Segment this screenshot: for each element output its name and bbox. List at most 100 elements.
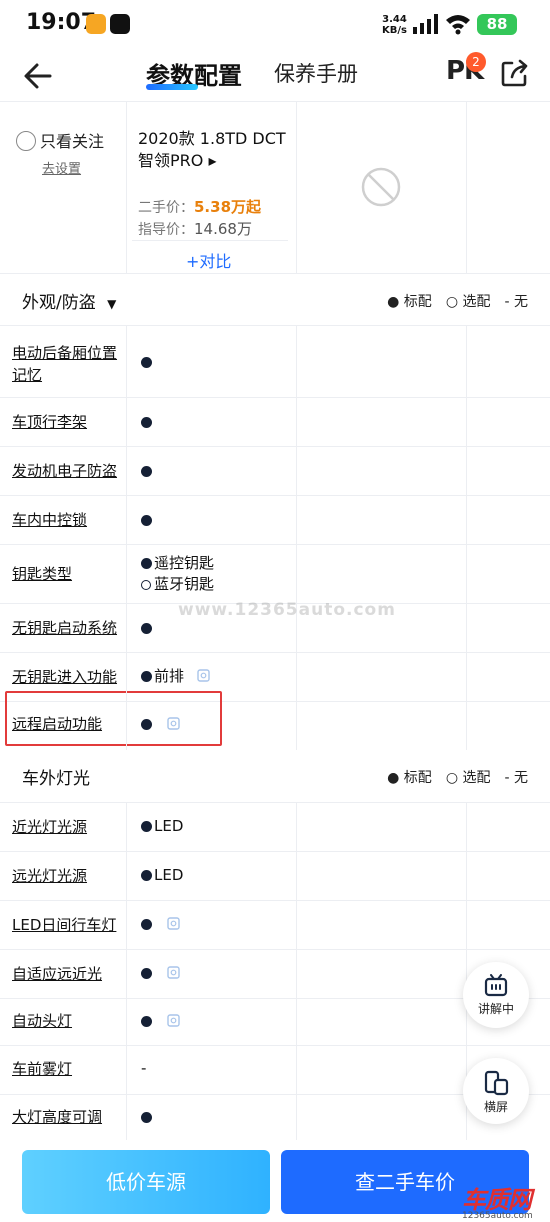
row-value-text: LED [154,817,184,835]
back-arrow-icon[interactable] [20,56,60,96]
section-title: 外观/防盗 ▼ [22,288,116,313]
status-bar: 19:07 3.44 KB/s 88 [0,0,550,48]
follow-only-toggle[interactable]: 只看关注 [16,128,104,152]
rotate-screen-icon [484,1070,509,1096]
row-value-text: LED [154,866,184,884]
standard-dot-icon [141,417,152,428]
divider [296,326,297,750]
row-value: - [141,1059,147,1077]
logo-text: 车质网 [462,1186,532,1214]
standard-dot-icon [141,1112,152,1123]
table-row: 车内中控锁 [0,496,550,544]
row-label[interactable]: 钥匙类型 [12,563,127,585]
row-value [141,412,154,433]
legend-standard: ● 标配 [387,770,432,786]
row-label[interactable]: 车顶行李架 [12,411,127,433]
divider [126,326,127,750]
highlight-box [5,691,222,746]
follow-settings-link[interactable]: 去设置 [42,158,81,177]
row-value [141,963,180,984]
tab-maintenance[interactable]: 保养手册 [274,58,358,88]
section-header-exterior[interactable]: 外观/防盗 ▼ ● 标配 ○ 选配 - 无 [0,274,550,326]
legend-optional: ○ 选配 [445,294,491,310]
standard-dot-icon [141,466,152,477]
row-value: LED [141,816,183,837]
standard-dot-icon [141,558,152,569]
row-label[interactable]: 无钥匙启动系统 [12,617,127,639]
top-header: 参数配置 保养手册 PK 2 [0,48,550,102]
guide-price-value: 14.68万 [194,220,252,238]
standard-dot-icon [141,870,152,881]
row-label[interactable]: 无钥匙进入功能 [12,666,127,688]
row-value [141,510,154,531]
landscape-button[interactable]: 横屏 [463,1058,529,1124]
row-label[interactable]: 自动头灯 [12,1010,127,1032]
image-note-icon[interactable] [167,1014,180,1027]
divider [296,101,297,273]
watermark: www.12365auto.com [178,600,396,620]
low-price-cars-button[interactable]: 低价车源 [22,1150,270,1214]
battery-indicator: 88 [477,14,517,35]
row-label[interactable]: 自适应远近光 [12,963,127,985]
row-value [141,618,154,639]
standard-dot-icon [141,623,152,634]
legend: ● 标配 ○ 选配 - 无 [373,767,528,787]
section-header-lights[interactable]: 车外灯光 ● 标配 ○ 选配 - 无 [0,750,550,802]
row-label[interactable]: 远光灯光源 [12,865,127,887]
used-price-row: 二手价：5.38万起 [138,196,261,217]
table-row: 车顶行李架 [0,398,550,446]
row-value [141,1011,180,1032]
standard-dot-icon [141,1016,152,1027]
row-value: LED [141,865,183,886]
explain-button[interactable]: 讲解中 [463,962,529,1028]
legend-none: - 无 [504,294,528,310]
share-icon[interactable] [498,56,532,90]
network-speed-value: 3.44 [382,14,407,25]
divider [126,101,127,273]
divider [466,101,467,273]
row-label[interactable]: 车前雾灯 [12,1058,127,1080]
follow-label: 只看关注 [40,132,105,151]
app-notification-icon [86,14,106,34]
row-label[interactable]: LED日间行车灯 [12,914,127,936]
legend: ● 标配 ○ 选配 - 无 [373,291,528,311]
row-label[interactable]: 近光灯光源 [12,816,127,838]
section-title: 车外灯光 [22,769,90,789]
follow-radio[interactable] [16,131,36,151]
explain-label: 讲解中 [477,1002,514,1016]
image-note-icon[interactable] [167,966,180,979]
used-price-value[interactable]: 5.38万起 [194,198,261,216]
legend-optional: ○ 选配 [445,770,491,786]
car-model-name[interactable]: 2020款 1.8TD DCT 智领PRO ▸ [138,128,293,172]
standard-dot-icon [141,919,152,930]
network-speed-unit: KB/s [382,25,407,36]
compare-button[interactable]: +对比 [186,248,231,272]
network-speed: 3.44 KB/s [382,14,407,36]
table-row: LED日间行车灯 [0,901,550,949]
empty-slot-icon [361,167,401,207]
row-label[interactable]: 电动后备厢位置记忆 [12,342,127,386]
row-value [141,461,154,482]
image-note-icon[interactable] [197,669,210,682]
caret-down-icon[interactable]: ▼ [107,297,116,311]
standard-dot-icon [141,821,152,832]
signal-icon [413,14,438,34]
row-value: 遥控钥匙 蓝牙钥匙 [141,553,214,595]
key-type-bluetooth: 蓝牙钥匙 [154,575,215,593]
row-value [141,352,154,373]
divider [296,803,297,1140]
row-value-text: 前排 [154,667,185,685]
image-note-icon[interactable] [167,917,180,930]
row-label[interactable]: 车内中控锁 [12,509,127,531]
site-logo: 车质网 12365auto.com [462,1180,548,1221]
row-label[interactable]: 发动机电子防盗 [12,460,127,482]
divider [126,803,127,1140]
standard-dot-icon [141,968,152,979]
row-label[interactable]: 大灯高度可调 [12,1106,127,1128]
legend-none: - 无 [504,770,528,786]
row-value [141,914,180,935]
tv-icon [484,974,508,997]
pk-count-badge: 2 [466,52,486,72]
table-row: 近光灯光源 LED [0,803,550,851]
tiktok-icon [110,14,130,34]
